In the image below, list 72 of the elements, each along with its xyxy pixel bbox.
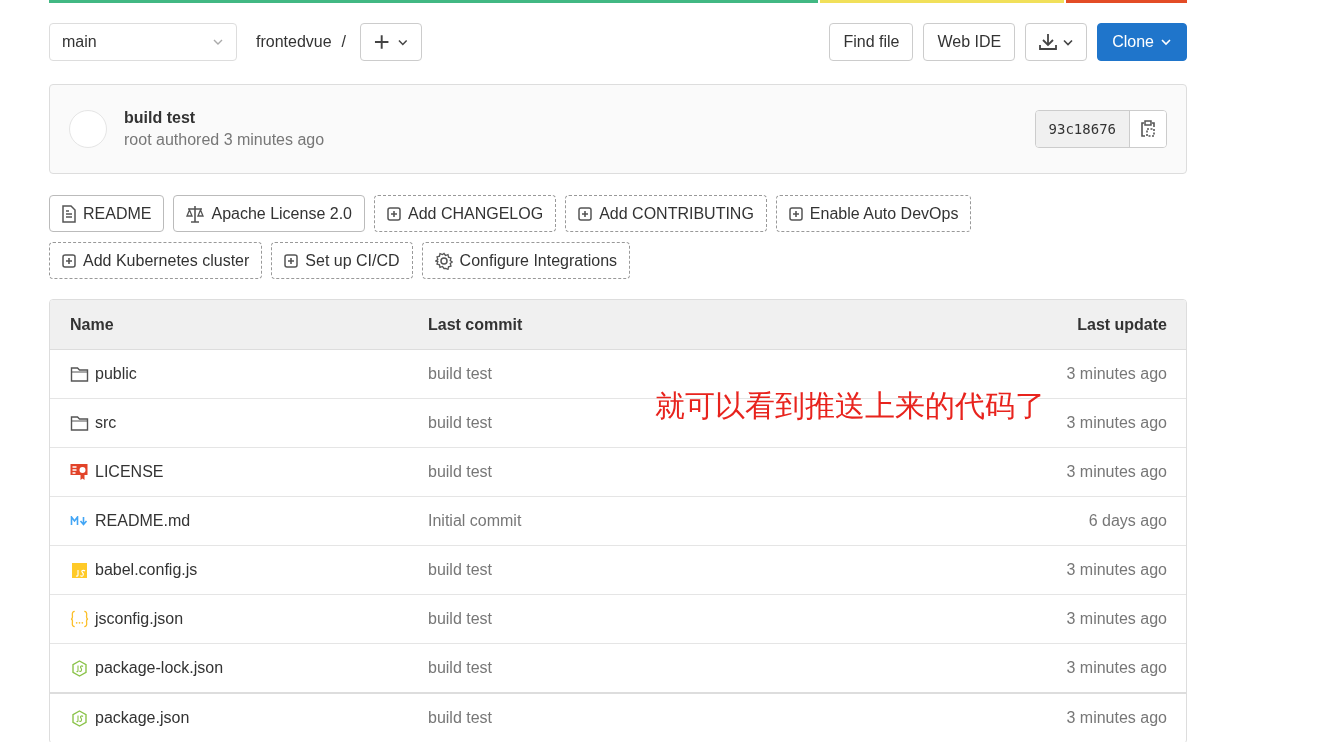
document-icon xyxy=(62,204,76,223)
download-dropdown-button[interactable] xyxy=(1025,23,1088,61)
avatar xyxy=(69,110,107,148)
last-update-time: 3 minutes ago xyxy=(1066,414,1167,431)
commit-message-link[interactable]: build test xyxy=(428,659,493,676)
clone-button[interactable]: Clone xyxy=(1097,23,1187,61)
project-badge-button[interactable]: Add CHANGELOG xyxy=(374,195,557,232)
download-icon xyxy=(1039,33,1058,51)
commit-message-link[interactable]: build test xyxy=(428,463,493,480)
hexagon-icon xyxy=(70,709,89,727)
column-header: Name xyxy=(69,315,115,334)
commit-sha[interactable]: 93c18676 xyxy=(1035,111,1130,147)
scale-icon xyxy=(186,204,205,223)
project-badge-button[interactable]: Enable Auto DevOps xyxy=(775,195,972,232)
add-dropdown-button[interactable] xyxy=(360,23,423,61)
path-separator: / xyxy=(341,33,347,51)
column-header: Last update xyxy=(1076,315,1168,334)
chevron-down-icon xyxy=(1063,38,1074,46)
chevron-down-icon xyxy=(398,38,409,46)
file-name-link[interactable]: babel.config.js xyxy=(95,561,198,579)
file-name-link[interactable]: jsconfig.json xyxy=(95,610,184,628)
last-update-time: 3 minutes ago xyxy=(1066,365,1167,382)
folder-icon xyxy=(70,366,89,382)
file-name-link[interactable]: package.json xyxy=(95,709,190,727)
plus-square-icon xyxy=(578,206,593,221)
commit-meta: root authored 3 minutes ago xyxy=(124,131,325,149)
file-name-link[interactable]: src xyxy=(95,414,117,432)
file-name-link[interactable]: README.md xyxy=(95,512,191,530)
last-update-time: 3 minutes ago xyxy=(1066,659,1167,676)
project-badge-button[interactable]: Configure Integrations xyxy=(421,242,631,279)
plus-square-icon xyxy=(62,253,76,268)
project-badge-button[interactable]: Apache License 2.0 xyxy=(173,195,365,232)
last-update-time: 6 days ago xyxy=(1088,512,1167,529)
file-name-link[interactable]: public xyxy=(95,365,137,383)
last-update-time: 3 minutes ago xyxy=(1066,709,1167,726)
copy-button[interactable] xyxy=(1130,111,1166,147)
chevron-down-icon xyxy=(212,38,224,46)
project-badge-button[interactable]: Add Kubernetes cluster xyxy=(49,242,263,279)
plus-square-icon xyxy=(284,253,299,268)
chevron-down-icon xyxy=(1160,38,1172,46)
plus-icon xyxy=(374,34,390,50)
js-file-icon xyxy=(70,562,89,578)
plus-square-icon xyxy=(387,206,401,221)
commit-message-link[interactable]: build test xyxy=(428,365,493,382)
annotation-text: 就可以看到推送上来的代码了 xyxy=(655,388,1045,424)
clipboard-icon xyxy=(1140,120,1156,138)
last-update-time: 3 minutes ago xyxy=(1066,610,1167,627)
commit-message-link[interactable]: build test xyxy=(428,709,493,726)
commit-title[interactable]: build test xyxy=(124,109,325,127)
last-update-time: 3 minutes ago xyxy=(1066,561,1167,578)
commit-message-link[interactable]: build test xyxy=(428,610,493,627)
braces-icon xyxy=(70,610,89,628)
commit-message-link[interactable]: build test xyxy=(428,561,493,578)
branch-dropdown[interactable]: main xyxy=(49,23,237,61)
column-header: Last commit xyxy=(428,315,524,334)
commit-message-link[interactable]: Initial commit xyxy=(428,512,522,529)
project-badge-button[interactable]: README xyxy=(49,195,165,232)
hexagon-icon xyxy=(70,659,89,677)
repository-path[interactable]: frontedvue xyxy=(256,33,332,51)
project-badge-button[interactable]: Add CONTRIBUTING xyxy=(565,195,767,232)
last-update-time: 3 minutes ago xyxy=(1066,463,1167,480)
certificate-icon xyxy=(70,464,89,480)
settings-icon xyxy=(434,251,453,270)
folder-icon xyxy=(70,415,89,431)
file-name-link[interactable]: LICENSE xyxy=(95,463,164,481)
toolbar-button[interactable]: Find file xyxy=(829,23,914,61)
plus-square-icon xyxy=(788,206,803,221)
file-name-link[interactable]: package-lock.json xyxy=(95,659,224,677)
commit-message-link[interactable]: build test xyxy=(428,414,493,431)
project-badge-button[interactable]: Set up CI/CD xyxy=(271,242,413,279)
toolbar-button[interactable]: Web IDE xyxy=(923,23,1016,61)
markdown-icon xyxy=(70,516,89,526)
